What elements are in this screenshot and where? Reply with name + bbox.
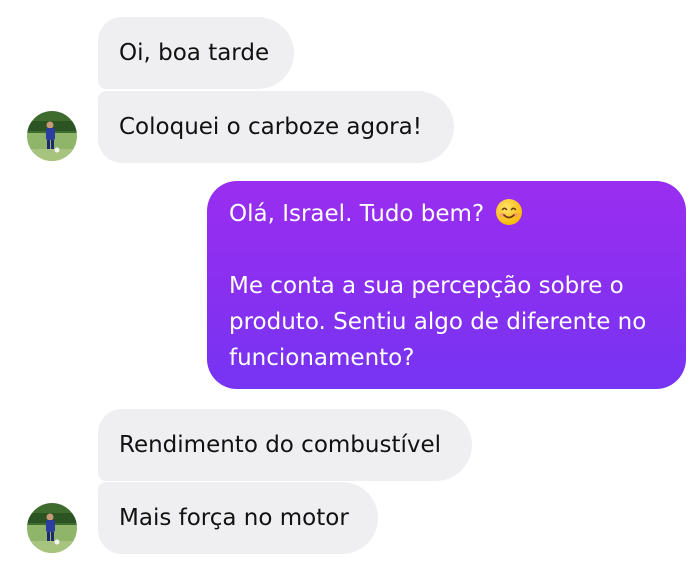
incoming-message[interactable]: Mais força no motor xyxy=(98,482,378,554)
avatar-photo xyxy=(27,111,77,161)
avatar-photo xyxy=(27,503,77,553)
smiling-face-icon xyxy=(496,199,523,225)
message-text: Mais força no motor xyxy=(119,505,349,531)
message-text: Me conta a sua percepção sobre o produto… xyxy=(229,273,647,371)
incoming-message[interactable]: Rendimento do combustível xyxy=(98,409,472,481)
message-text: Rendimento do combustível xyxy=(119,432,442,458)
outgoing-message[interactable]: Olá, Israel. Tudo bem? Me conta a sua pe… xyxy=(207,181,686,389)
incoming-message[interactable]: Coloquei o carboze agora! xyxy=(98,91,454,163)
avatar[interactable] xyxy=(27,111,77,161)
avatar[interactable] xyxy=(27,503,77,553)
message-text: Oi, boa tarde xyxy=(119,40,270,66)
message-text: Olá, Israel. Tudo bem? xyxy=(229,201,485,227)
incoming-message[interactable]: Oi, boa tarde xyxy=(98,17,294,89)
message-text: Coloquei o carboze agora! xyxy=(119,114,422,140)
